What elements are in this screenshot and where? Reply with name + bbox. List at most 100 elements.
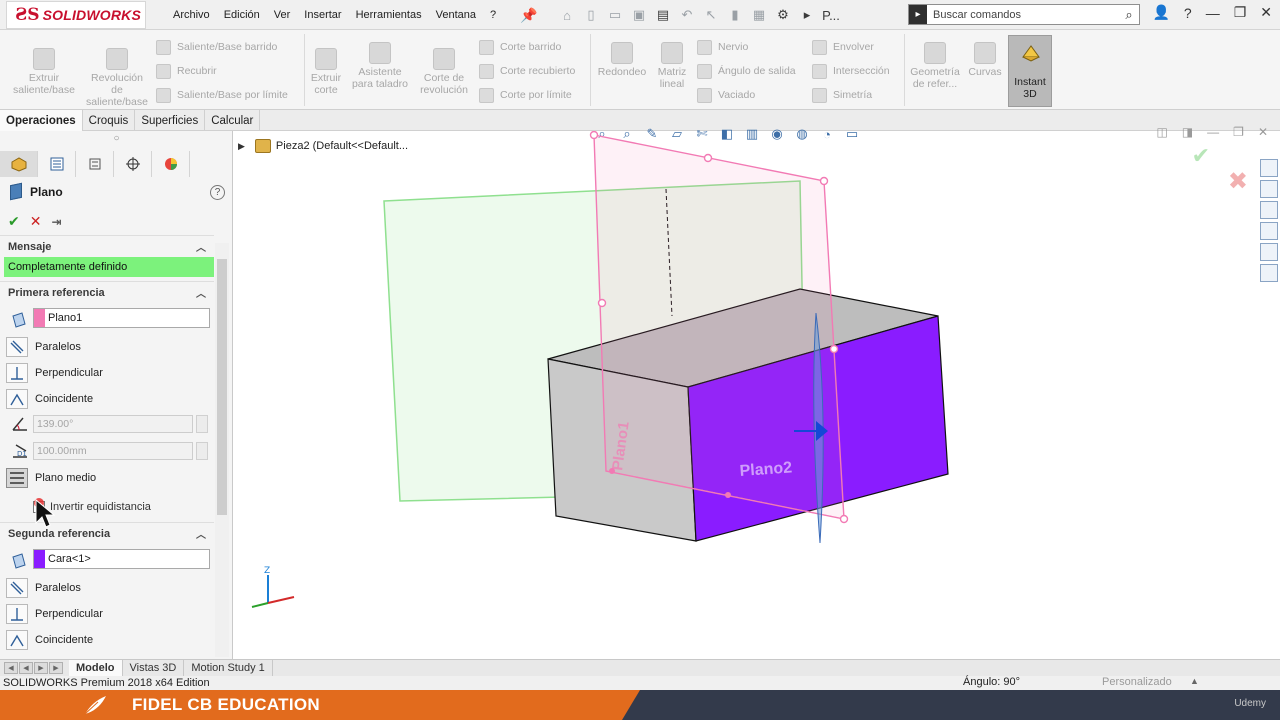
ok-checkmark-icon[interactable]: ✔ <box>8 213 20 230</box>
graphics-area[interactable]: ▶ Pieza2 (Default<<Default... ⌕ ⌕ ✎ ▱ ✄ … <box>234 125 1280 659</box>
display-manager-tab[interactable] <box>152 151 190 177</box>
rib-button[interactable]: Nervio <box>697 38 748 56</box>
wrap-button[interactable]: Envolver <box>812 38 874 56</box>
first-ref-perpendicular-option[interactable]: Perpendicular <box>6 362 103 384</box>
first-ref-coincident-option[interactable]: Coincidente <box>6 388 93 410</box>
last-tab-arrow-icon[interactable]: ▶ <box>49 662 63 674</box>
boundary-boss-button[interactable]: Saliente/Base por límite <box>156 86 288 104</box>
message-section-header[interactable]: Mensaje ︿ <box>0 235 214 257</box>
fillet-button[interactable]: Redondeo <box>594 42 650 78</box>
first-tab-arrow-icon[interactable]: ◀ <box>4 662 18 674</box>
shell-button[interactable]: Vaciado <box>697 86 755 104</box>
plane-handle-top-right[interactable] <box>819 176 829 186</box>
first-reference-header[interactable]: Primera referencia ︿ <box>0 281 214 303</box>
help-button[interactable]: ? <box>210 185 225 200</box>
plane-handle-bottom-mid[interactable] <box>725 492 731 498</box>
second-reference-field[interactable]: Cara<1> <box>33 549 210 569</box>
quick-access-more[interactable]: P... <box>820 4 842 26</box>
tab-superficies[interactable]: Superficies <box>135 110 206 131</box>
new-document-icon[interactable]: ▯ <box>580 4 602 26</box>
panel-grip[interactable]: ○ <box>0 133 233 145</box>
revolve-boss-button[interactable]: Revolución de saliente/base <box>86 48 148 108</box>
curves-button[interactable]: Curvas <box>966 42 1004 78</box>
undo-icon[interactable]: ↶ <box>676 4 698 26</box>
extrude-cut-button[interactable]: Extruir corte <box>306 48 346 96</box>
search-icon[interactable]: ⌕ <box>1119 7 1139 23</box>
angle-spinner[interactable] <box>196 415 208 433</box>
keep-visible-pushpin-icon[interactable]: ⇥ <box>51 215 61 229</box>
minimize-icon[interactable]: — <box>1206 5 1220 21</box>
units-caret-icon[interactable]: ▲ <box>1190 676 1199 686</box>
offset-distance-icon[interactable]: D1 <box>10 442 30 460</box>
lofted-boss-button[interactable]: Recubrir <box>156 62 217 80</box>
command-search[interactable]: ▸ Buscar comandos ⌕ <box>908 4 1140 25</box>
distance-input[interactable]: 100.00mm <box>33 442 193 460</box>
instant3d-button[interactable]: Instant 3D <box>1008 35 1052 107</box>
plane2-pink[interactable] <box>593 134 845 520</box>
reference-geometry-button[interactable]: Geometría de refer... <box>906 42 964 90</box>
collapse-chevron-icon[interactable]: ︿ <box>196 285 206 300</box>
select-icon[interactable]: ↖ <box>700 4 722 26</box>
solidworks-logo[interactable]: ƧS SOLIDWORKS <box>6 1 146 29</box>
search-input[interactable]: Buscar comandos <box>927 9 1119 21</box>
distance-spinner[interactable] <box>196 442 208 460</box>
plane-handle-bottom-right[interactable] <box>839 514 849 524</box>
revolve-cut-button[interactable]: Corte de revolución <box>414 48 474 96</box>
print-icon[interactable]: ▤ <box>652 4 674 26</box>
tab-modelo[interactable]: Modelo <box>69 659 123 677</box>
plane-handle-top-mid[interactable] <box>703 153 713 163</box>
second-ref-parallel-option[interactable]: Paralelos <box>6 577 81 599</box>
rebuild-icon[interactable]: ▮ <box>724 4 746 26</box>
options-dropdown-icon[interactable]: ▸ <box>796 4 818 26</box>
collapse-chevron-icon[interactable]: ︿ <box>196 526 206 541</box>
menu-archivo[interactable]: Archivo <box>166 9 217 21</box>
property-manager-tab[interactable] <box>38 151 76 177</box>
plane-handle-right-mid[interactable] <box>829 344 839 354</box>
plane-handle-left-mid[interactable] <box>597 298 607 308</box>
tab-vistas-3d[interactable]: Vistas 3D <box>123 659 185 677</box>
units-selector[interactable]: Personalizado <box>1102 676 1172 688</box>
menu-insertar[interactable]: Insertar <box>297 9 348 21</box>
cancel-x-icon[interactable]: ✕ <box>30 213 42 230</box>
boundary-cut-button[interactable]: Corte por límite <box>479 86 572 104</box>
linear-pattern-button[interactable]: Matriz lineal <box>652 42 692 90</box>
feature-manager-tab[interactable] <box>0 151 38 177</box>
panel-scroll-thumb[interactable] <box>217 259 227 515</box>
file-properties-icon[interactable]: ▦ <box>748 4 770 26</box>
panel-scrollbar[interactable] <box>215 243 229 657</box>
next-tab-arrow-icon[interactable]: ▶ <box>34 662 48 674</box>
angle-icon[interactable] <box>10 415 30 433</box>
menu-help[interactable]: ? <box>483 9 503 21</box>
angle-input[interactable]: 139.00° <box>33 415 193 433</box>
first-ref-parallel-option[interactable]: Paralelos <box>6 336 81 358</box>
menu-ventana[interactable]: Ventana <box>429 9 483 21</box>
mirror-button[interactable]: Simetría <box>812 86 872 104</box>
second-ref-perpendicular-option[interactable]: Perpendicular <box>6 603 103 625</box>
open-folder-icon[interactable]: ▭ <box>604 4 626 26</box>
tab-croquis[interactable]: Croquis <box>83 110 136 131</box>
configuration-manager-tab[interactable] <box>76 151 114 177</box>
mid-plane-option[interactable]: Plano medio <box>6 467 96 489</box>
tab-calcular[interactable]: Calcular <box>205 110 261 131</box>
save-icon[interactable]: ▣ <box>628 4 650 26</box>
draft-button[interactable]: Ángulo de salida <box>697 62 796 80</box>
help-icon[interactable]: ? <box>1184 5 1192 21</box>
second-ref-coincident-option[interactable]: Coincidente <box>6 629 93 651</box>
close-icon[interactable]: ✕ <box>1260 4 1272 21</box>
restore-icon[interactable]: ❐ <box>1234 4 1247 21</box>
pin-menu-icon[interactable]: 📌 <box>520 7 537 24</box>
prev-tab-arrow-icon[interactable]: ◀ <box>19 662 33 674</box>
collapse-chevron-icon[interactable]: ︿ <box>196 239 206 254</box>
options-gear-icon[interactable]: ⚙ <box>772 4 794 26</box>
tab-operaciones[interactable]: Operaciones <box>0 110 83 131</box>
first-reference-field[interactable]: Plano1 <box>33 308 210 328</box>
user-icon[interactable]: 👤 <box>1152 4 1169 21</box>
hole-wizard-button[interactable]: Asistente para taladro <box>348 42 412 90</box>
menu-herramientas[interactable]: Herramientas <box>349 9 429 21</box>
tab-motion-study[interactable]: Motion Study 1 <box>184 659 273 677</box>
extrude-boss-button[interactable]: Extruir saliente/base <box>12 48 76 96</box>
dimxpert-tab[interactable] <box>114 151 152 177</box>
menu-edicion[interactable]: Edición <box>217 9 267 21</box>
swept-boss-button[interactable]: Saliente/Base barrido <box>156 38 277 56</box>
plane-handle-top[interactable] <box>589 131 599 140</box>
